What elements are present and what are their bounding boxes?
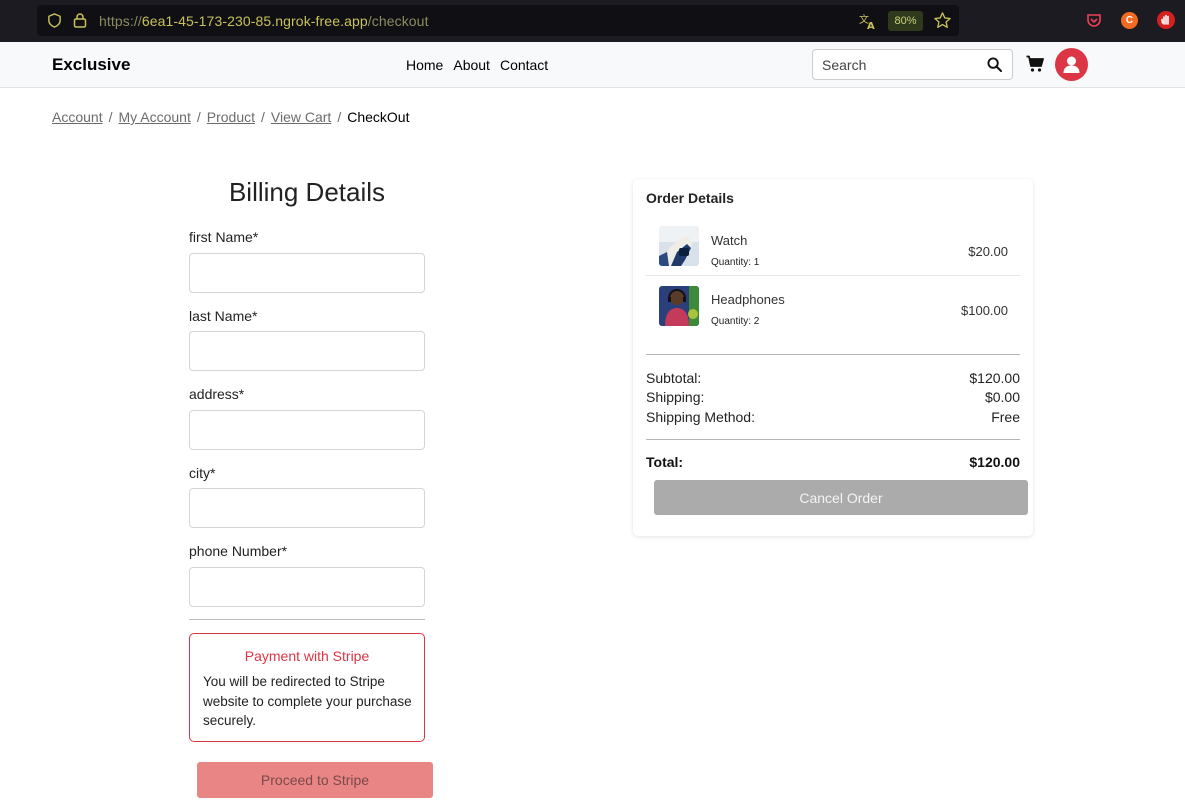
last-name-label: last Name* xyxy=(189,308,258,324)
lock-icon[interactable] xyxy=(73,12,87,28)
phone-number-label: phone Number* xyxy=(189,543,288,559)
first-name-input[interactable] xyxy=(189,253,425,293)
subtotal-value: $120.00 xyxy=(969,370,1020,386)
shipping-method-value: Free xyxy=(991,409,1020,425)
breadcrumb-separator: / xyxy=(108,109,113,125)
first-name-label: first Name* xyxy=(189,229,259,245)
extension-hand-icon[interactable] xyxy=(1157,11,1175,29)
zoom-indicator[interactable]: 80% xyxy=(888,11,923,31)
order-item: Watch Quantity: 1 $20.00 xyxy=(646,217,1020,276)
cart-icon[interactable] xyxy=(1026,55,1044,73)
breadcrumb-separator: / xyxy=(196,109,201,125)
order-item-name: Watch xyxy=(711,233,748,248)
nav-about-link[interactable]: About xyxy=(453,57,490,73)
breadcrumb-my-account[interactable]: My Account xyxy=(118,109,190,125)
address-bar[interactable]: https://6ea1-45-173-230-85.ngrok-free.ap… xyxy=(37,5,959,36)
breadcrumb-separator: / xyxy=(261,109,265,125)
address-label: address* xyxy=(189,386,245,402)
last-name-input[interactable] xyxy=(189,331,425,371)
total-label: Total: xyxy=(646,454,684,470)
cancel-order-button[interactable]: Cancel Order xyxy=(654,480,1028,515)
bookmark-star-icon[interactable] xyxy=(933,11,952,30)
nav-links: Home About Contact xyxy=(406,57,558,73)
phone-number-input[interactable] xyxy=(189,567,425,607)
search-icon[interactable] xyxy=(987,57,1002,72)
shield-icon[interactable] xyxy=(47,13,62,28)
total-divider xyxy=(646,439,1020,440)
watch-thumbnail xyxy=(659,226,699,266)
order-details-card: Order Details Watch Quantity: 1 $20.00 H… xyxy=(633,179,1033,536)
shipping-value: $0.00 xyxy=(984,389,1020,405)
breadcrumb-account[interactable]: Account xyxy=(52,109,103,125)
order-item-price: $20.00 xyxy=(968,244,1008,259)
breadcrumb-separator: / xyxy=(337,109,342,125)
breadcrumb-view-cart[interactable]: View Cart xyxy=(271,109,331,125)
total-value: $120.00 xyxy=(969,454,1020,470)
search-box xyxy=(812,49,1013,80)
summary-divider xyxy=(646,354,1020,355)
search-input[interactable] xyxy=(813,50,978,79)
stripe-title: Payment with Stripe xyxy=(244,648,370,664)
headphones-thumbnail xyxy=(659,286,699,326)
order-item-quantity: Quantity: 1 xyxy=(711,257,760,268)
address-input[interactable] xyxy=(189,410,425,450)
stripe-description: You will be redirected to Stripe website… xyxy=(203,674,412,728)
order-item: Headphones Quantity: 2 $100.00 xyxy=(646,276,1020,335)
order-item-quantity: Quantity: 2 xyxy=(711,316,760,327)
translate-icon[interactable]: 文A xyxy=(859,12,877,30)
subtotal-label: Subtotal: xyxy=(646,370,702,386)
pocket-icon[interactable] xyxy=(1086,12,1102,28)
shipping-label: Shipping: xyxy=(646,389,705,405)
proceed-to-stripe-button[interactable]: Proceed to Stripe xyxy=(197,762,433,798)
shipping-method-label: Shipping Method: xyxy=(646,409,755,425)
extension-c-icon[interactable]: C xyxy=(1121,12,1138,29)
browser-toolbar: https://6ea1-45-173-230-85.ngrok-free.ap… xyxy=(0,0,1185,42)
city-label: city* xyxy=(189,465,216,481)
breadcrumb: Account / My Account / Product / View Cart / Che… xyxy=(52,109,409,125)
billing-title: Billing Details xyxy=(228,177,386,207)
order-item-name: Headphones xyxy=(711,292,785,307)
user-avatar[interactable] xyxy=(1055,48,1088,81)
order-details-title: Order Details xyxy=(646,190,734,206)
url-text[interactable]: https://6ea1-45-173-230-85.ngrok-free.ap… xyxy=(99,13,429,29)
stripe-payment-notice: Payment with Stripe You will be redirect… xyxy=(189,633,425,742)
nav-home-link[interactable]: Home xyxy=(406,57,443,73)
nav-contact-link[interactable]: Contact xyxy=(500,57,548,73)
breadcrumb-product[interactable]: Product xyxy=(207,109,255,125)
billing-divider xyxy=(189,619,425,620)
city-input[interactable] xyxy=(189,488,425,528)
site-navbar: Exclusive Home About Contact xyxy=(0,42,1185,88)
order-item-price: $100.00 xyxy=(961,303,1008,318)
brand-logo[interactable]: Exclusive xyxy=(52,55,130,75)
breadcrumb-checkout: CheckOut xyxy=(347,109,410,125)
svg-text:A: A xyxy=(867,21,875,30)
user-icon xyxy=(1063,56,1080,73)
